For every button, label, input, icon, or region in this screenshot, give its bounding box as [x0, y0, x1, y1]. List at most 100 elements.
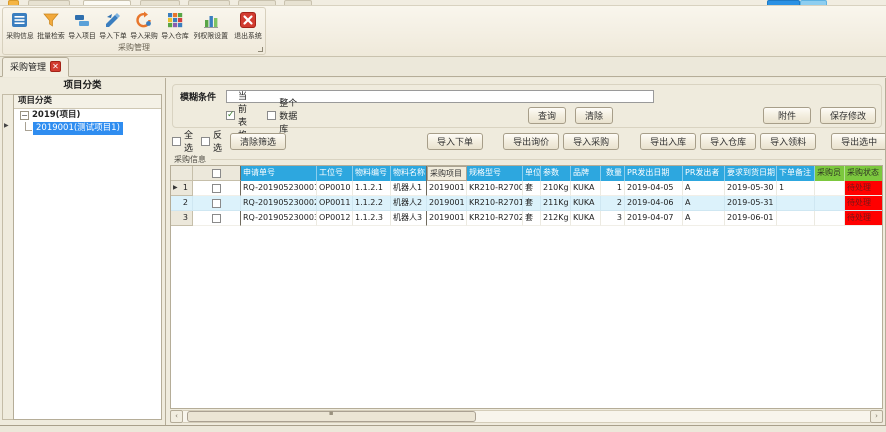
- ribbon-button-batch-search[interactable]: 批量检索: [36, 9, 67, 41]
- column-header-indicator[interactable]: [171, 166, 193, 181]
- column-header-pr-issue-date[interactable]: PR发出日期: [625, 166, 683, 181]
- tab-close-icon[interactable]: ✕: [50, 61, 61, 72]
- ribbon-tab-stub[interactable]: [188, 0, 230, 5]
- import-warehouse-button[interactable]: 导入仓库: [700, 133, 756, 150]
- scroll-left-icon[interactable]: ‹: [170, 410, 183, 423]
- cell-request-no[interactable]: RQ-201905230002: [241, 196, 317, 211]
- cell-spec-model[interactable]: KR210-R2701: [467, 196, 523, 211]
- cell-unit[interactable]: 套: [523, 196, 541, 211]
- checkbox-unchecked-icon[interactable]: [267, 111, 276, 120]
- row-checkbox[interactable]: [212, 184, 221, 193]
- ribbon-button-import-project[interactable]: 导入项目: [67, 9, 98, 41]
- ribbon-button-column-permission[interactable]: 列权限设置: [190, 9, 232, 41]
- scrollbar-track[interactable]: [183, 410, 870, 423]
- column-header-material-name[interactable]: 物料名称: [391, 166, 427, 181]
- cell-pr-issue-date[interactable]: 2019-04-07: [625, 211, 683, 226]
- column-header-buyer[interactable]: 采购员: [815, 166, 845, 181]
- window-button-stub[interactable]: [800, 0, 827, 5]
- scrollbar-thumb[interactable]: [187, 411, 476, 422]
- invert-select-checkbox-row[interactable]: 反选: [201, 128, 222, 154]
- cell-buyer[interactable]: [815, 181, 845, 196]
- column-header-station-no[interactable]: 工位号: [317, 166, 353, 181]
- cell-unit[interactable]: 套: [523, 181, 541, 196]
- ribbon-button-import-purchase[interactable]: 导入采购: [129, 9, 160, 41]
- cell-material-no[interactable]: 1.1.2.2: [353, 196, 391, 211]
- cell-required-arrival-date[interactable]: 2019-05-31: [725, 196, 777, 211]
- ribbon-button-import-warehouse[interactable]: 导入仓库: [159, 9, 190, 41]
- ribbon-tab-stub[interactable]: [140, 0, 180, 5]
- cell-parameter[interactable]: 211Kg: [541, 196, 571, 211]
- attachment-button[interactable]: 附件: [763, 107, 811, 124]
- cell-pr-issue-date[interactable]: 2019-04-06: [625, 196, 683, 211]
- row-checkbox[interactable]: [212, 199, 221, 208]
- cell-spec-model[interactable]: KR210-R2700: [467, 181, 523, 196]
- column-header-purchase-status[interactable]: 采购状态: [845, 166, 883, 181]
- import-purchase-button[interactable]: 导入采购: [563, 133, 619, 150]
- cell-buyer[interactable]: [815, 211, 845, 226]
- cell-required-arrival-date[interactable]: 2019-06-01: [725, 211, 777, 226]
- cell-request-no[interactable]: RQ-201905230001: [241, 181, 317, 196]
- cell-buyer[interactable]: [815, 196, 845, 211]
- ribbon-tab-stub[interactable]: [8, 0, 19, 5]
- column-header-purchase-project[interactable]: 采购项目: [427, 166, 467, 181]
- cell-purchase-status[interactable]: 待处理: [845, 196, 883, 211]
- cell-brand[interactable]: KUKA: [571, 181, 601, 196]
- save-changes-button[interactable]: 保存修改: [820, 107, 876, 124]
- cell-purchase-project[interactable]: 2019001: [427, 181, 467, 196]
- tab-purchase-management[interactable]: 采购管理 ✕: [2, 57, 69, 77]
- cell-purchase-status[interactable]: 待处理: [845, 211, 883, 226]
- tree-node-2019001[interactable]: 2019001(测试项目1): [14, 122, 161, 135]
- row-select-cell[interactable]: [193, 211, 241, 226]
- cell-pr-issuer[interactable]: A: [683, 211, 725, 226]
- import-order-button[interactable]: 导入下单: [427, 133, 483, 150]
- checkbox-unchecked-icon[interactable]: [201, 137, 210, 146]
- collapse-icon[interactable]: −: [20, 111, 29, 120]
- cell-material-name[interactable]: 机器人2: [391, 196, 427, 211]
- cell-quantity[interactable]: 1: [601, 181, 625, 196]
- cell-purchase-project[interactable]: 2019001: [427, 211, 467, 226]
- column-header-order-remark[interactable]: 下单备注: [777, 166, 815, 181]
- cell-brand[interactable]: KUKA: [571, 196, 601, 211]
- ribbon-tab-stub[interactable]: [238, 0, 276, 5]
- cell-pr-issue-date[interactable]: 2019-04-05: [625, 181, 683, 196]
- column-header-parameter[interactable]: 参数: [541, 166, 571, 181]
- table-row-2[interactable]: 2RQ-201905230002OP00111.1.2.2机器人22019001…: [171, 196, 883, 211]
- cell-spec-model[interactable]: KR210-R2702: [467, 211, 523, 226]
- column-header-unit[interactable]: 单位: [523, 166, 541, 181]
- cell-pr-issuer[interactable]: A: [683, 181, 725, 196]
- ribbon-button-exit-system[interactable]: 退出系统: [232, 9, 263, 41]
- column-header-request-no[interactable]: 申请单号: [241, 166, 317, 181]
- column-header-material-no[interactable]: 物料编号: [353, 166, 391, 181]
- column-header-required-arrival-date[interactable]: 要求到货日期: [725, 166, 777, 181]
- export-selected-button[interactable]: 导出选中: [831, 133, 885, 150]
- cell-order-remark[interactable]: [777, 211, 815, 226]
- cell-order-remark[interactable]: 1: [777, 181, 815, 196]
- column-header-spec-model[interactable]: 规格型号: [467, 166, 523, 181]
- column-header-quantity[interactable]: 数量: [601, 166, 625, 181]
- checkbox-checked-icon[interactable]: [226, 111, 235, 120]
- table-row-3[interactable]: 3RQ-201905230003OP00121.1.2.3机器人32019001…: [171, 211, 883, 226]
- cell-required-arrival-date[interactable]: 2019-05-30: [725, 181, 777, 196]
- cell-material-no[interactable]: 1.1.2.3: [353, 211, 391, 226]
- query-button[interactable]: 查询: [528, 107, 566, 124]
- row-select-cell[interactable]: [193, 196, 241, 211]
- group-dialog-launcher-icon[interactable]: [258, 47, 263, 52]
- cell-quantity[interactable]: 3: [601, 211, 625, 226]
- cell-material-no[interactable]: 1.1.2.1: [353, 181, 391, 196]
- cell-pr-issuer[interactable]: A: [683, 196, 725, 211]
- export-inbound-button[interactable]: 导出入库: [640, 133, 696, 150]
- ribbon-button-purchase-info[interactable]: 采购信息: [5, 9, 36, 41]
- clear-filter-button[interactable]: 清除筛选: [230, 133, 286, 150]
- cell-station-no[interactable]: OP0010: [317, 181, 353, 196]
- cell-purchase-project[interactable]: 2019001: [427, 196, 467, 211]
- scroll-right-icon[interactable]: ›: [870, 410, 883, 423]
- cell-brand[interactable]: KUKA: [571, 211, 601, 226]
- cell-request-no[interactable]: RQ-201905230003: [241, 211, 317, 226]
- cell-material-name[interactable]: 机器人3: [391, 211, 427, 226]
- window-button-stub[interactable]: [767, 0, 800, 5]
- checkbox-unchecked-icon[interactable]: [172, 137, 181, 146]
- row-checkbox[interactable]: [212, 214, 221, 223]
- cell-purchase-status[interactable]: 待处理: [845, 181, 883, 196]
- row-select-cell[interactable]: [193, 181, 241, 196]
- column-header-pr-issuer[interactable]: PR发出者: [683, 166, 725, 181]
